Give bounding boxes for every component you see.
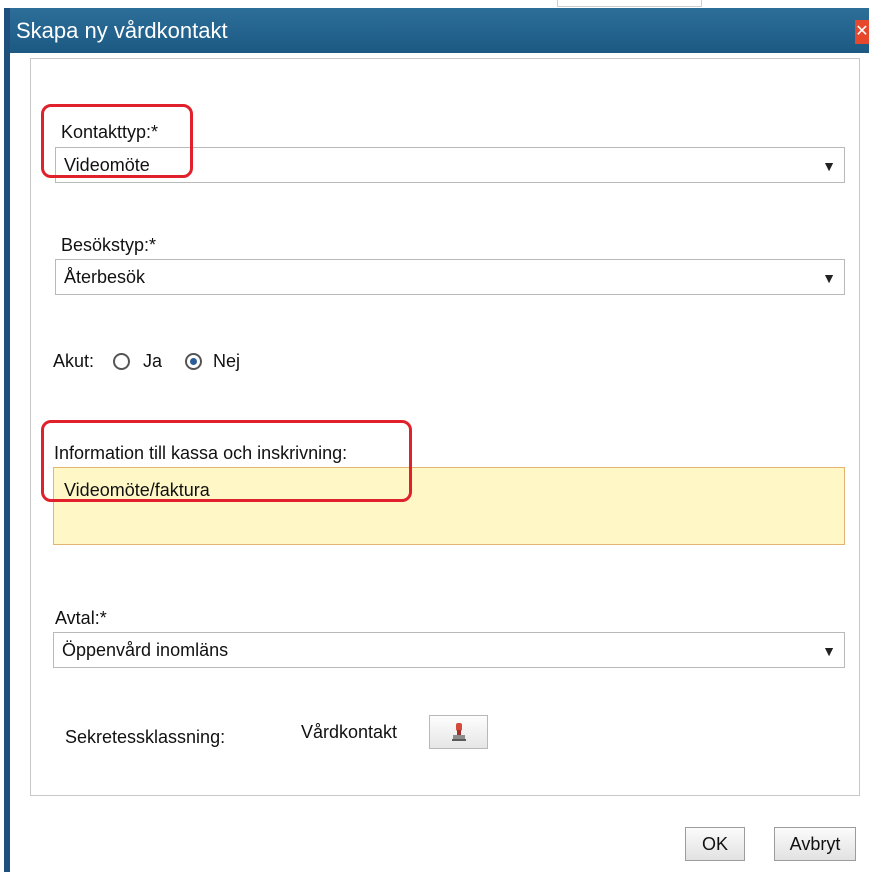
ok-label: OK	[701, 834, 728, 854]
close-icon[interactable]: ✕	[855, 20, 869, 44]
urgent-label: Akut:	[53, 351, 95, 371]
agreement-select[interactable]: Öppenvård inomläns ▼	[53, 632, 845, 668]
confidentiality-value: Vårdkontakt	[301, 722, 398, 742]
dropdown-arrow-icon: ▼	[822, 158, 836, 174]
dropdown-arrow-icon: ▼	[822, 270, 836, 286]
visit-type-label: Besökstyp:*	[61, 235, 157, 255]
highlight-info	[41, 420, 412, 502]
agreement-value: Öppenvård inomläns	[62, 640, 229, 660]
stamp-icon	[452, 723, 466, 741]
visit-type-value: Återbesök	[64, 267, 146, 287]
urgent-yes-label: Ja	[143, 351, 163, 371]
cancel-button[interactable]: Avbryt	[774, 827, 856, 861]
urgent-no-radio[interactable]	[185, 353, 202, 370]
create-contact-dialog: Skapa ny vårdkontakt ✕ Kontakttyp:* Vide…	[4, 8, 869, 872]
dialog-title: Skapa ny vårdkontakt	[16, 18, 228, 43]
agreement-label: Avtal:*	[55, 608, 107, 628]
confidentiality-stamp-button[interactable]	[429, 715, 488, 749]
confidentiality-label: Sekretessklassning:	[65, 727, 226, 747]
highlight-contact-type	[41, 104, 193, 178]
background-field-fragment	[557, 0, 702, 7]
dropdown-arrow-icon: ▼	[822, 643, 836, 659]
urgent-no-label: Nej	[213, 351, 241, 371]
background-window-fragment	[0, 0, 869, 8]
cancel-label: Avbryt	[789, 834, 841, 854]
title-bar: Skapa ny vårdkontakt ✕	[10, 8, 869, 53]
ok-button[interactable]: OK	[685, 827, 745, 861]
visit-type-select[interactable]: Återbesök ▼	[55, 259, 845, 295]
urgent-yes-radio[interactable]	[113, 353, 130, 370]
